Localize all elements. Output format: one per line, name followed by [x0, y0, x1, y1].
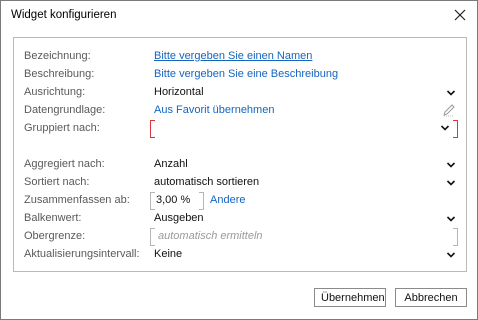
sortiert-value[interactable]: automatisch sortieren — [154, 176, 259, 188]
chevron-down-icon[interactable] — [446, 88, 456, 98]
input-bracket-left — [150, 228, 155, 246]
balkenwert-label: Balkenwert: — [24, 212, 82, 224]
chevron-down-icon[interactable] — [446, 178, 456, 188]
andere-link[interactable]: Andere — [210, 194, 245, 206]
bezeichnung-label: Bezeichnung: — [24, 50, 91, 62]
dialog-title: Widget konfigurieren — [11, 9, 117, 21]
row-balkenwert[interactable]: Balkenwert: Ausgeben — [14, 210, 466, 228]
obergrenze-input[interactable]: automatisch ermitteln — [150, 228, 458, 246]
row-gruppiert[interactable]: Gruppiert nach: — [14, 120, 466, 138]
obergrenze-label: Obergrenze: — [24, 230, 86, 242]
aggregiert-value[interactable]: Anzahl — [154, 158, 188, 170]
settings-panel: Bezeichnung: Bitte vergeben Sie einen Na… — [13, 37, 467, 272]
balkenwert-value[interactable]: Ausgeben — [154, 212, 204, 224]
row-obergrenze: Obergrenze: automatisch ermitteln — [14, 228, 466, 246]
chevron-down-icon[interactable] — [440, 123, 450, 133]
intervall-value[interactable]: Keine — [154, 248, 182, 260]
select-bracket-left — [150, 120, 155, 138]
sortiert-label: Sortiert nach: — [24, 176, 90, 188]
chevron-down-icon[interactable] — [446, 160, 456, 170]
row-bezeichnung: Bezeichnung: Bitte vergeben Sie einen Na… — [14, 48, 466, 66]
zusammenfassen-input[interactable]: 3,00 % — [150, 192, 204, 210]
input-bracket-left — [150, 192, 155, 210]
zusammenfassen-value[interactable]: 3,00 % — [156, 194, 190, 206]
input-bracket-right — [453, 228, 458, 246]
widget-config-dialog: Widget konfigurieren Bezeichnung: Bitte … — [0, 0, 478, 320]
gruppiert-select[interactable] — [150, 120, 458, 138]
row-intervall[interactable]: Aktualisierungsintervall: Keine — [14, 246, 466, 264]
beschreibung-label: Beschreibung: — [24, 68, 95, 80]
beschreibung-link[interactable]: Bitte vergeben Sie eine Beschreibung — [154, 68, 338, 80]
select-bracket-right — [453, 120, 458, 138]
ausrichtung-label: Ausrichtung: — [24, 86, 86, 98]
datengrundlage-link[interactable]: Aus Favorit übernehmen — [154, 104, 274, 116]
ubernehmen-button[interactable]: Übernehmen — [314, 288, 386, 307]
row-sortiert[interactable]: Sortiert nach: automatisch sortieren — [14, 174, 466, 192]
row-zusammenfassen: Zusammenfassen ab: 3,00 % Andere — [14, 192, 466, 210]
abbrechen-button[interactable]: Abbrechen — [395, 288, 467, 307]
zusammenfassen-label: Zusammenfassen ab: — [24, 194, 130, 206]
aggregiert-label: Aggregiert nach: — [24, 158, 105, 170]
row-beschreibung: Beschreibung: Bitte vergeben Sie eine Be… — [14, 66, 466, 84]
intervall-label: Aktualisierungsintervall: — [24, 248, 140, 260]
bezeichnung-link[interactable]: Bitte vergeben Sie einen Namen — [154, 50, 312, 62]
ausrichtung-value[interactable]: Horizontal — [154, 86, 204, 98]
datengrundlage-label: Datengrundlage: — [24, 104, 106, 116]
close-icon[interactable] — [451, 6, 469, 24]
obergrenze-placeholder: automatisch ermitteln — [158, 230, 263, 242]
row-ausrichtung[interactable]: Ausrichtung: Horizontal — [14, 84, 466, 102]
gruppiert-label: Gruppiert nach: — [24, 122, 100, 134]
chevron-down-icon[interactable] — [446, 250, 456, 260]
pencil-icon[interactable] — [442, 103, 456, 117]
input-bracket-right — [199, 192, 204, 210]
chevron-down-icon[interactable] — [446, 214, 456, 224]
row-datengrundlage: Datengrundlage: Aus Favorit übernehmen — [14, 102, 466, 120]
row-aggregiert[interactable]: Aggregiert nach: Anzahl — [14, 156, 466, 174]
title-bar: Widget konfigurieren — [1, 1, 477, 31]
